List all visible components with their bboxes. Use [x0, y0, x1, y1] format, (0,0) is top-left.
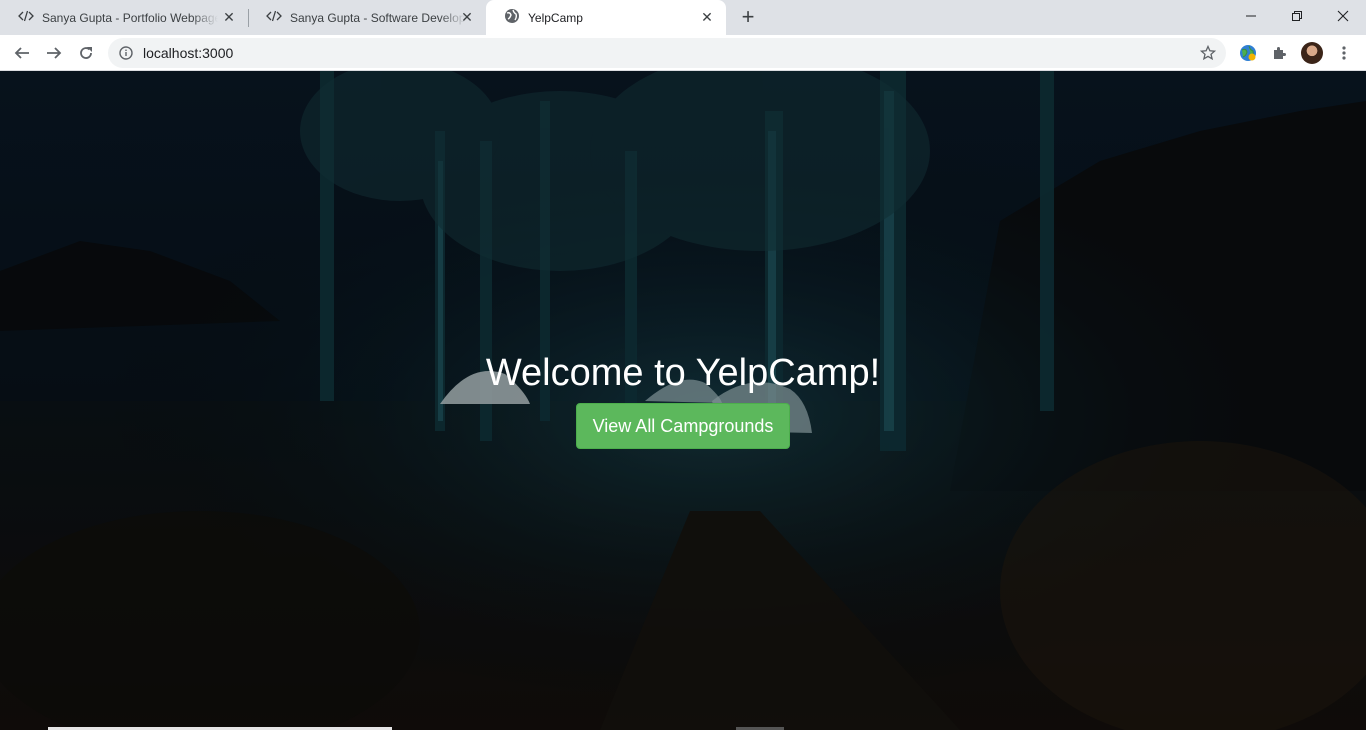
- tab-portfolio[interactable]: Sanya Gupta - Portfolio Webpage ✕: [0, 0, 248, 35]
- hero-section: Welcome to YelpCamp! View All Campground…: [0, 351, 1366, 449]
- forward-arrow-icon[interactable]: [40, 39, 68, 67]
- url-text[interactable]: localhost:3000: [143, 45, 233, 61]
- more-options-icon[interactable]: [1334, 42, 1354, 64]
- browser-toolbar: localhost:3000: [0, 35, 1366, 71]
- code-icon: [266, 8, 282, 27]
- new-tab-button[interactable]: +: [736, 6, 760, 30]
- extensions-puzzle-icon[interactable]: [1269, 42, 1291, 64]
- minimize-icon[interactable]: [1228, 0, 1274, 32]
- tab-software-developer[interactable]: Sanya Gupta - Software Developer ✕: [248, 0, 486, 35]
- bookmark-star-icon[interactable]: [1199, 44, 1217, 61]
- globe-icon: [504, 8, 520, 27]
- tab-title: Sanya Gupta - Software Developer: [290, 10, 466, 25]
- site-info-icon[interactable]: [118, 45, 134, 61]
- welcome-heading: Welcome to YelpCamp!: [485, 352, 881, 394]
- back-arrow-icon[interactable]: [8, 39, 36, 67]
- address-bar[interactable]: localhost:3000: [108, 38, 1226, 68]
- reload-icon[interactable]: [72, 39, 100, 67]
- tab-yelpcamp[interactable]: YelpCamp ✕: [486, 0, 726, 35]
- close-window-icon[interactable]: [1320, 0, 1366, 32]
- tab-title: Sanya Gupta - Portfolio Webpage: [42, 10, 218, 25]
- landing-page: Welcome to YelpCamp! View All Campground…: [0, 71, 1366, 730]
- extension-globe-icon[interactable]: [1237, 42, 1259, 64]
- code-icon: [18, 8, 34, 27]
- restore-icon[interactable]: [1274, 0, 1320, 32]
- profile-avatar[interactable]: [1301, 42, 1323, 64]
- close-tab-icon[interactable]: ✕: [222, 10, 236, 24]
- view-all-campgrounds-button[interactable]: View All Campgrounds: [575, 403, 791, 449]
- close-tab-icon[interactable]: ✕: [460, 10, 474, 24]
- tab-title: YelpCamp: [528, 10, 583, 25]
- close-tab-icon[interactable]: ✕: [700, 10, 714, 24]
- tab-strip: Sanya Gupta - Portfolio Webpage ✕ Sanya …: [0, 0, 1366, 35]
